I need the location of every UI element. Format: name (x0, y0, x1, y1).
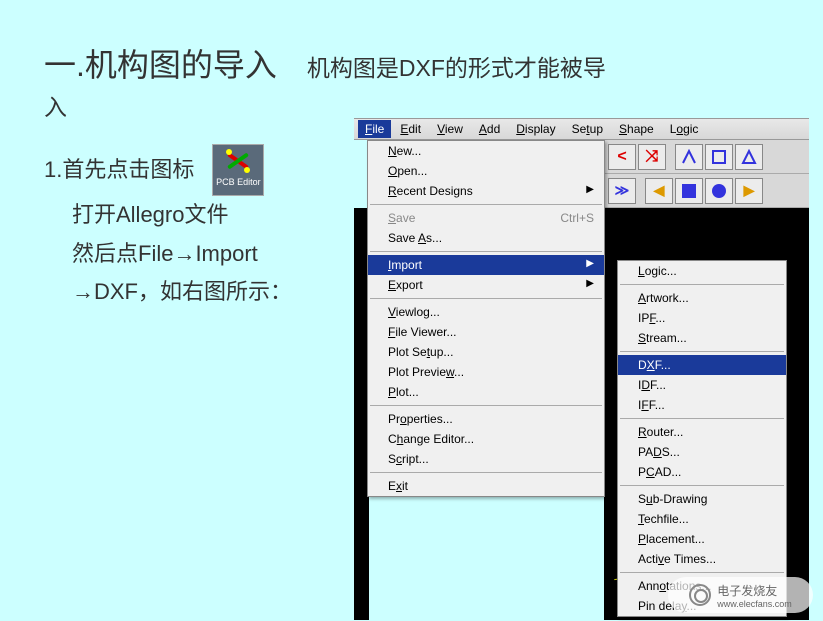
menu-item-open[interactable]: Open... (368, 161, 604, 181)
submenu-item-pads[interactable]: PADS... (618, 442, 786, 462)
submenu-item-stream[interactable]: Stream... (618, 328, 786, 348)
menubar-display[interactable]: Display (509, 120, 562, 138)
menubar: File Edit View Add Display Setup Shape L… (354, 118, 809, 140)
pcb-editor-icon: PCB Editor (212, 144, 264, 196)
step-line-3: 然后点File→Import (44, 235, 364, 274)
import-submenu: Logic... Artwork... IPF... Stream... DXF… (617, 260, 787, 617)
menu-item-export[interactable]: Export▶ (368, 275, 604, 295)
menubar-shape[interactable]: Shape (612, 120, 661, 138)
menubar-add[interactable]: Add (472, 120, 507, 138)
watermark-url: www.elecfans.com (717, 599, 792, 609)
menu-separator (620, 351, 784, 352)
submenu-item-active-times[interactable]: Active Times... (618, 549, 786, 569)
toolbar-row-1: < ⤨ (604, 140, 809, 174)
menu-item-properties[interactable]: Properties... (368, 409, 604, 429)
allegro-app-screenshot: File Edit View Add Display Setup Shape L… (354, 118, 809, 140)
menubar-file[interactable]: File (358, 120, 391, 138)
instruction-text: 1.首先点击图标 PCB Editor 打开Allegro文件 然后点File→… (44, 144, 364, 312)
submenu-item-artwork[interactable]: Artwork... (618, 288, 786, 308)
menubar-edit[interactable]: Edit (393, 120, 428, 138)
submenu-item-iff[interactable]: IFF... (618, 395, 786, 415)
menu-separator (370, 204, 602, 205)
menu-item-save-as[interactable]: Save As... (368, 228, 604, 248)
submenu-item-router[interactable]: Router... (618, 422, 786, 442)
menu-item-exit[interactable]: Exit (368, 476, 604, 496)
menubar-setup[interactable]: Setup (565, 120, 610, 138)
menu-item-import[interactable]: Import▶ (368, 255, 604, 275)
toolbar-button[interactable] (705, 144, 733, 170)
toolbar-button[interactable] (675, 178, 703, 204)
menu-separator (370, 472, 602, 473)
toolbar-button[interactable] (675, 144, 703, 170)
submenu-item-placement[interactable]: Placement... (618, 529, 786, 549)
toolbar-button[interactable]: < (608, 144, 636, 170)
menu-item-viewlog[interactable]: Viewlog... (368, 302, 604, 322)
step-line-1: 1.首先点击图标 (44, 151, 194, 190)
pcb-editor-icon-label: PCB Editor (216, 175, 261, 191)
submenu-item-dxf[interactable]: DXF... (618, 355, 786, 375)
step-line-2: 打开Allegro文件 (44, 196, 364, 235)
file-menu: New... Open... Recent Designs▶ SaveCtrl+… (367, 140, 605, 497)
toolbar-button[interactable]: ≫ (608, 178, 636, 204)
menu-item-script[interactable]: Script... (368, 449, 604, 469)
menu-item-plot[interactable]: Plot... (368, 382, 604, 402)
menu-separator (620, 485, 784, 486)
watermark-text: 电子发烧友 (717, 582, 792, 599)
menu-item-save: SaveCtrl+S (368, 208, 604, 228)
menu-item-new[interactable]: New... (368, 141, 604, 161)
submenu-item-ipf[interactable]: IPF... (618, 308, 786, 328)
menu-item-plot-preview[interactable]: Plot Preview... (368, 362, 604, 382)
toolbar-button[interactable] (735, 144, 763, 170)
submenu-item-techfile[interactable]: Techfile... (618, 509, 786, 529)
menubar-logic[interactable]: Logic (663, 120, 706, 138)
menu-separator (620, 284, 784, 285)
menu-separator (370, 405, 602, 406)
slide-subtitle-wrap: 入 (44, 88, 779, 122)
menu-item-change-editor[interactable]: Change Editor... (368, 429, 604, 449)
watermark: 电子发烧友 www.elecfans.com (668, 577, 813, 613)
slide-title: 一.机构图的导入 (44, 40, 277, 86)
submenu-item-pcad[interactable]: PCAD... (618, 462, 786, 482)
toolbar-row-2: ≫ ◀ ▶ (604, 174, 809, 208)
menu-separator (370, 298, 602, 299)
toolbar-button[interactable]: ⤨ (638, 144, 666, 170)
toolbar-button[interactable]: ▶ (735, 178, 763, 204)
submenu-item-logic[interactable]: Logic... (618, 261, 786, 281)
menu-separator (370, 251, 602, 252)
submenu-item-idf[interactable]: IDF... (618, 375, 786, 395)
submenu-item-sub-drawing[interactable]: Sub-Drawing (618, 489, 786, 509)
menu-separator (620, 418, 784, 419)
menu-item-plot-setup[interactable]: Plot Setup... (368, 342, 604, 362)
menu-item-recent[interactable]: Recent Designs▶ (368, 181, 604, 201)
step-line-4: →DXF，如右图所示： (44, 273, 364, 312)
toolbar-button[interactable]: ◀ (645, 178, 673, 204)
slide-subtitle: 机构图是DXF的形式才能被导 (307, 49, 606, 83)
menu-item-file-viewer[interactable]: File Viewer... (368, 322, 604, 342)
toolbar-button[interactable] (705, 178, 733, 204)
watermark-logo-icon (689, 584, 711, 606)
menubar-view[interactable]: View (430, 120, 470, 138)
menu-separator (620, 572, 784, 573)
